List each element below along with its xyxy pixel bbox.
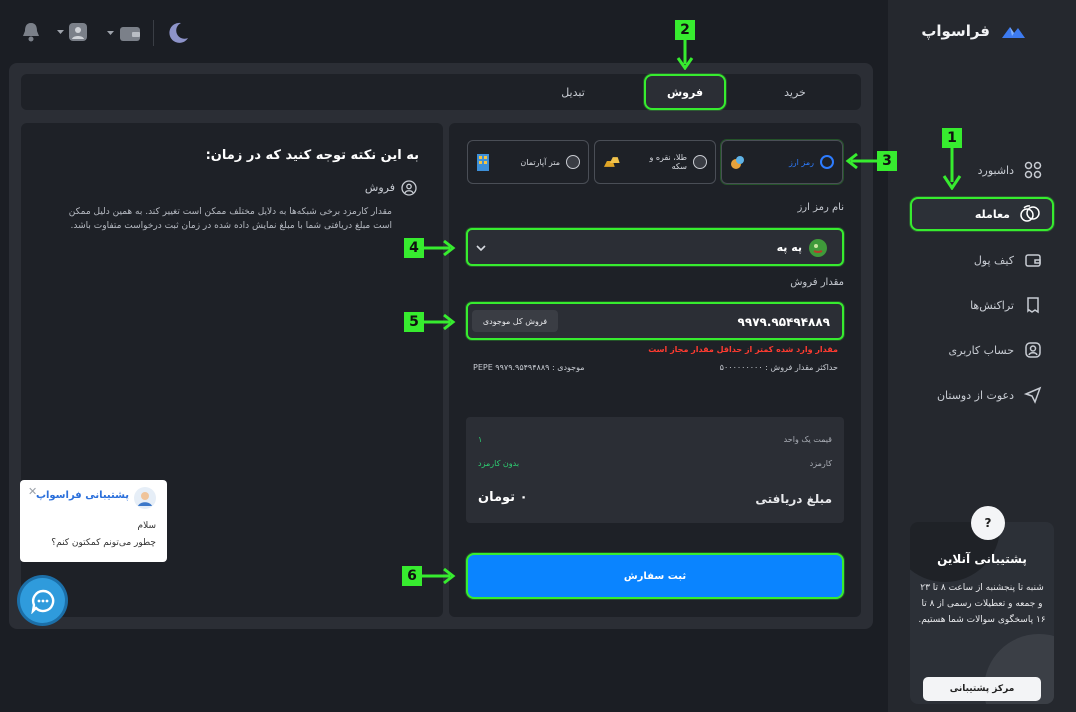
unit-price-label: قیمت یک واحد <box>783 435 832 444</box>
arrow-down-icon <box>676 40 694 70</box>
moon-icon[interactable] <box>166 21 190 45</box>
sidebar-item-invite[interactable]: دعوت از دوستان <box>910 378 1054 412</box>
user-menu[interactable] <box>57 23 87 41</box>
arrow-right-icon <box>422 567 456 585</box>
topbar-divider <box>153 20 154 46</box>
exchange-coins-icon <box>1020 205 1040 222</box>
support-text: شنبه تا پنجشنبه از ساعت ۸ تا ۲۳ و جمعه و… <box>918 583 1046 625</box>
fee-label: کارمزد <box>809 459 832 468</box>
fee-value: بدون کارمزد <box>478 459 520 468</box>
chevron-down-icon <box>57 29 64 34</box>
user-icon <box>69 23 87 41</box>
arrow-down-icon <box>942 148 962 190</box>
sidebar-item-trade[interactable]: معامله <box>910 197 1054 231</box>
trade-tabs <box>21 74 861 110</box>
amount-error: مقدار وارد شده کمتر از حداقل مقدار مجاز … <box>648 345 838 354</box>
tab-convert[interactable]: تبدیل <box>532 75 614 109</box>
sidebar-item-account[interactable]: حساب کاربری <box>910 333 1054 367</box>
sidebar-item-label: حساب کاربری <box>948 343 1014 357</box>
help-question-icon: ? <box>971 506 1005 540</box>
sidebar-item-wallet[interactable]: کیف پول <box>910 243 1054 277</box>
receive-value: ۰ تومان <box>478 490 528 505</box>
annotation-marker-6: 6 <box>402 566 422 586</box>
tab-sell[interactable]: فروش <box>644 74 726 110</box>
sidebar-item-label: کیف پول <box>973 253 1014 267</box>
annotation-marker-5: 5 <box>404 312 424 332</box>
asset-type-label: رمز ارز <box>788 157 814 167</box>
coins-icon <box>731 156 744 169</box>
arrow-left-icon <box>845 152 877 170</box>
order-summary: قیمت یک واحد ۱ کارمزد بدون کارمزد مبلغ د… <box>466 417 844 523</box>
radio-apartment[interactable] <box>566 155 580 169</box>
submit-order-button[interactable]: ثبت سفارش <box>466 553 844 599</box>
arrow-right-icon <box>424 313 456 331</box>
receive-label: مبلغ دریافتی <box>755 492 832 506</box>
chat-title: پشتیبانی فراسواپ <box>35 490 129 501</box>
chat-button[interactable] <box>20 578 65 623</box>
chat-line1: سلام <box>137 521 156 531</box>
tab-buy[interactable]: خرید <box>754 75 836 109</box>
chevron-down-icon <box>107 30 114 35</box>
gold-bars-icon <box>603 157 620 167</box>
asset-type-crypto[interactable]: رمز ارز <box>721 140 843 184</box>
balance: موجودی : PEPE ۹۹۷۹.۹۵۴۹۴۸۸۹ <box>473 363 585 372</box>
receipt-icon <box>1027 297 1039 314</box>
currency-label: نام رمز ارز <box>797 202 844 213</box>
wallet-icon <box>1025 254 1041 267</box>
annotation-marker-2: 2 <box>675 20 695 40</box>
dashboard-grid-icon <box>1024 161 1042 179</box>
building-icon <box>477 154 489 171</box>
sell-all-button[interactable]: فروش کل موجودی <box>472 310 558 332</box>
bell-icon[interactable] <box>21 21 41 43</box>
sidebar-item-label: دعوت از دوستان <box>936 388 1014 402</box>
chat-bubble-icon <box>30 589 54 614</box>
annotation-marker-4: 4 <box>404 238 424 258</box>
wallet-icon <box>120 27 140 41</box>
asset-type-label: متر آپارتمان <box>520 157 560 167</box>
currency-select[interactable]: په په <box>466 228 844 266</box>
asset-type-gold[interactable]: طلا، نقره و سکه <box>594 140 716 184</box>
chat-line2: چطور می‌تونم کمکتون کنم؟ <box>51 538 156 548</box>
amount-label: مقدار فروش <box>790 277 844 288</box>
user-circle-icon <box>401 180 417 196</box>
send-icon <box>1024 386 1042 404</box>
info-body: مقدار کارمزد برخی شبکه‌ها به دلایل مختلف… <box>68 207 392 231</box>
annotation-marker-1: 1 <box>942 128 962 148</box>
sidebar-item-dashboard[interactable]: داشبورد <box>910 153 1054 187</box>
max-sell-amount: حداکثر مقدار فروش : ۵۰۰۰۰۰۰۰۰۰ <box>719 363 838 372</box>
unit-price-value: ۱ <box>478 435 483 444</box>
chevron-down-icon <box>476 245 486 252</box>
arrow-right-icon <box>424 239 456 257</box>
brand-name: فراسواپ <box>921 22 990 40</box>
sidebar-item-transactions[interactable]: تراکنش‌ها <box>910 288 1054 322</box>
info-section: فروش <box>364 181 395 194</box>
currency-value: په په <box>776 241 802 254</box>
radio-gold[interactable] <box>693 155 707 169</box>
sidebar-item-label: داشبورد <box>977 163 1014 177</box>
annotation-marker-3: 3 <box>877 151 897 171</box>
pepe-coin-icon <box>809 239 827 257</box>
chat-popup: ✕ پشتیبانی فراسواپ سلام چطور می‌تونم کمک… <box>20 480 167 562</box>
amount-value: ۹۹۷۹.۹۵۴۹۴۸۸۹ <box>737 315 830 329</box>
support-title: پشتیبانی آنلاین <box>937 552 1027 566</box>
sidebar-item-label: معامله <box>974 207 1010 221</box>
wallet-menu[interactable] <box>107 24 141 42</box>
info-title: به این نکته توجه کنید که در زمان: <box>205 148 419 163</box>
user-icon <box>1025 342 1041 358</box>
asset-type-apartment[interactable]: متر آپارتمان <box>467 140 589 184</box>
radio-crypto[interactable] <box>820 155 834 169</box>
support-center-button[interactable]: مرکز پشتیبانی <box>923 677 1041 701</box>
sidebar-item-label: تراکنش‌ها <box>970 298 1014 312</box>
asset-type-label: طلا، نقره و سکه <box>649 153 687 171</box>
brand-logo-icon <box>1002 27 1025 38</box>
avatar <box>134 487 156 509</box>
